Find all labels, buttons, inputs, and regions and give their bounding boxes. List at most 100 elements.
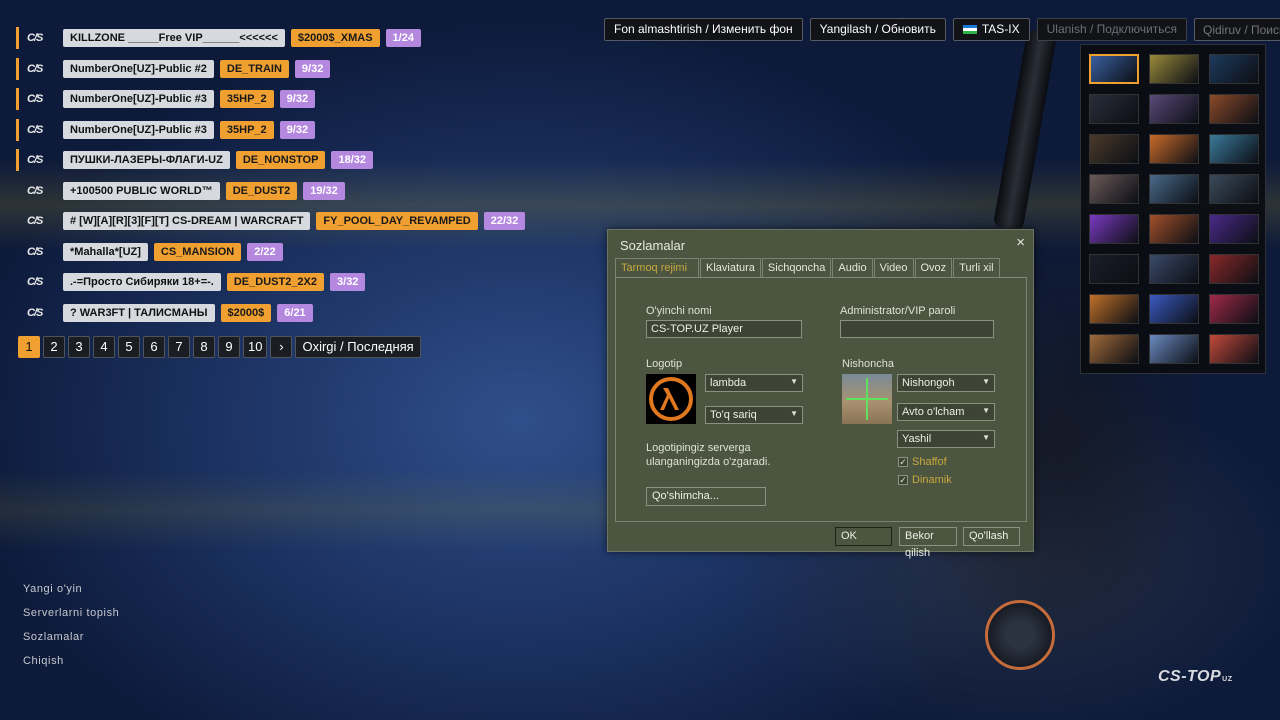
background-gallery <box>1080 44 1266 374</box>
server-map: DE_DUST2 <box>225 181 298 200</box>
tasix-button[interactable]: TAS-IX <box>952 18 1030 41</box>
background-thumbnail[interactable] <box>1209 334 1259 364</box>
server-name[interactable]: NumberOne[UZ]-Public #3 <box>63 90 214 108</box>
server-name[interactable]: ? WAR3FT | ТАЛИСМАНЫ <box>63 303 215 322</box>
cancel-button[interactable]: Bekor qilish <box>899 527 957 559</box>
next-page-button[interactable]: › <box>270 336 293 358</box>
server-row[interactable]: C/S ? WAR3FT | ТАЛИСМАНЫ $2000$ 6/21 <box>16 302 525 324</box>
background-thumbnail[interactable] <box>1209 294 1259 324</box>
background-thumbnail[interactable] <box>1149 214 1199 244</box>
settings-tabs: Tarmoq rejimi Klaviatura Sichqoncha Audio Vi… <box>615 258 1001 278</box>
page-button[interactable]: 6 <box>143 336 165 358</box>
background-thumbnail[interactable] <box>1149 254 1199 284</box>
tab-tarmoq-rejimi[interactable]: Tarmoq rejimi <box>615 258 699 278</box>
background-thumbnail[interactable] <box>1149 94 1199 124</box>
menu-item[interactable]: Sozlamalar <box>23 631 119 643</box>
server-player-count: 9/32 <box>279 90 316 108</box>
ok-button[interactable]: OK <box>835 527 892 546</box>
background-thumbnail[interactable] <box>1089 94 1139 124</box>
player-name-label: O'yinchi nomi <box>646 305 712 317</box>
background-thumbnail[interactable] <box>1149 334 1199 364</box>
server-row[interactable]: C/S # [W][A][R][3][F][T] CS-DREAM | WARCR… <box>16 210 526 232</box>
spray-label: Nishoncha <box>842 358 894 370</box>
menu-item[interactable]: Serverlarni topish <box>23 607 119 619</box>
background-thumbnail[interactable] <box>1209 214 1259 244</box>
background-thumbnail[interactable] <box>1089 294 1139 324</box>
background-thumbnail[interactable] <box>1149 294 1199 324</box>
tab-audio[interactable]: Audio <box>832 258 873 278</box>
background-thumbnail[interactable] <box>1209 94 1259 124</box>
page-button[interactable]: 8 <box>193 336 215 358</box>
background-thumbnail[interactable] <box>1089 254 1139 284</box>
server-map: $2000$ <box>220 303 272 322</box>
page-button[interactable]: 10 <box>243 336 268 358</box>
background-thumbnail[interactable] <box>1209 134 1259 164</box>
spray-color-select[interactable]: Yashil ▼ <box>897 430 995 448</box>
page-button[interactable]: 2 <box>43 336 65 358</box>
chevron-down-icon: ▼ <box>982 377 990 386</box>
close-icon[interactable]: × <box>1016 234 1025 251</box>
page-button[interactable]: 7 <box>168 336 190 358</box>
tab-video[interactable]: Video <box>873 258 914 278</box>
server-row[interactable]: C/S KILLZONE _____Free VIP______<<<<<< $20… <box>16 27 525 49</box>
server-row[interactable]: C/S .-=Просто Сибиряки 18+=-. DE_DUST2_2X2… <box>16 271 525 293</box>
background-thumbnail[interactable] <box>1209 174 1259 204</box>
dynamic-label: Dinamik <box>912 474 952 486</box>
spray-select[interactable]: Nishongoh ▼ <box>897 374 995 392</box>
server-name[interactable]: .-=Просто Сибиряки 18+=-. <box>63 273 221 291</box>
background-thumbnail[interactable] <box>1149 134 1199 164</box>
background-thumbnail[interactable] <box>1089 54 1139 84</box>
server-row[interactable]: C/S +100500 PUBLIC WORLD™ DE_DUST2 19/32 <box>16 180 525 202</box>
player-name-input[interactable] <box>646 320 802 338</box>
last-page-button[interactable]: Oxirgi / Последняя <box>295 336 421 358</box>
menu-item[interactable]: Yangi o'yin <box>23 583 119 595</box>
page-button[interactable]: 9 <box>218 336 240 358</box>
tab-ovoz[interactable]: Ovoz <box>914 258 953 278</box>
background-thumbnail[interactable] <box>1149 174 1199 204</box>
server-map: 35HP_2 <box>219 90 274 108</box>
logo-select[interactable]: lambda ▼ <box>705 374 803 392</box>
server-row[interactable]: C/S NumberOne[UZ]-Public #2 DE_TRAIN 9/32 <box>16 57 525 80</box>
search-input[interactable] <box>1194 18 1280 41</box>
dynamic-checkbox[interactable]: ✓ Dinamik <box>898 474 952 486</box>
server-name[interactable]: +100500 PUBLIC WORLD™ <box>63 181 220 200</box>
spray-size-select[interactable]: Avto o'lcham ▼ <box>897 403 995 421</box>
background-thumbnail[interactable] <box>1089 134 1139 164</box>
tab-turli-xil[interactable]: Turli xil <box>953 258 1000 278</box>
server-row[interactable]: C/S ПУШКИ-ЛАЗЕРЫ-ФЛАГИ-UZ DE_NONSTOP 18/32 <box>16 149 525 171</box>
refresh-button[interactable]: Yangilash / Обновить <box>809 18 946 41</box>
background-thumbnail[interactable] <box>1089 214 1139 244</box>
server-name[interactable]: ПУШКИ-ЛАЗЕРЫ-ФЛАГИ-UZ <box>63 151 230 169</box>
tab-sichqoncha[interactable]: Sichqoncha <box>761 258 832 278</box>
cs-logo-icon: C/S <box>27 306 43 319</box>
page-button[interactable]: 1 <box>18 336 40 358</box>
background-thumbnail[interactable] <box>1089 174 1139 204</box>
server-name[interactable]: NumberOne[UZ]-Public #2 <box>63 59 214 78</box>
advanced-button[interactable]: Qo'shimcha... <box>646 487 766 506</box>
logo-color-select[interactable]: To'q sariq ▼ <box>705 406 803 424</box>
server-name[interactable]: # [W][A][R][3][F][T] CS-DREAM | WARCRAFT <box>63 212 311 230</box>
background-thumbnail[interactable] <box>1209 54 1259 84</box>
server-row[interactable]: C/S NumberOne[UZ]-Public #3 35HP_2 9/32 <box>16 118 525 141</box>
tab-klaviatura[interactable]: Klaviatura <box>700 258 761 278</box>
dialog-title: Sozlamalar <box>620 238 686 253</box>
connect-button[interactable]: Ulanish / Подключиться <box>1036 18 1187 41</box>
background-thumbnail[interactable] <box>1089 334 1139 364</box>
page-button[interactable]: 4 <box>93 336 115 358</box>
change-background-button[interactable]: Fon almashtirish / Изменить фон <box>604 18 803 41</box>
server-row[interactable]: C/S NumberOne[UZ]-Public #3 35HP_2 9/32 <box>16 88 525 110</box>
page-button[interactable]: 3 <box>68 336 90 358</box>
background-thumbnail[interactable] <box>1149 54 1199 84</box>
cs-logo-icon: C/S <box>27 184 43 197</box>
page-button[interactable]: 5 <box>118 336 140 358</box>
apply-button[interactable]: Qo'llash <box>963 527 1020 546</box>
menu-item[interactable]: Chiqish <box>23 655 119 667</box>
server-name[interactable]: NumberOne[UZ]-Public #3 <box>63 120 214 139</box>
admin-password-input[interactable] <box>840 320 994 338</box>
background-thumbnail[interactable] <box>1209 254 1259 284</box>
transparent-checkbox[interactable]: ✓ Shaffof <box>898 456 947 468</box>
server-name[interactable]: *Mahalla*[UZ] <box>63 242 148 261</box>
top-toolbar: Fon almashtirish / Изменить фон Yangilas… <box>604 18 1280 41</box>
server-row[interactable]: C/S *Mahalla*[UZ] CS_MANSION 2/22 <box>16 241 525 263</box>
server-name[interactable]: KILLZONE _____Free VIP______<<<<<< <box>63 29 285 47</box>
